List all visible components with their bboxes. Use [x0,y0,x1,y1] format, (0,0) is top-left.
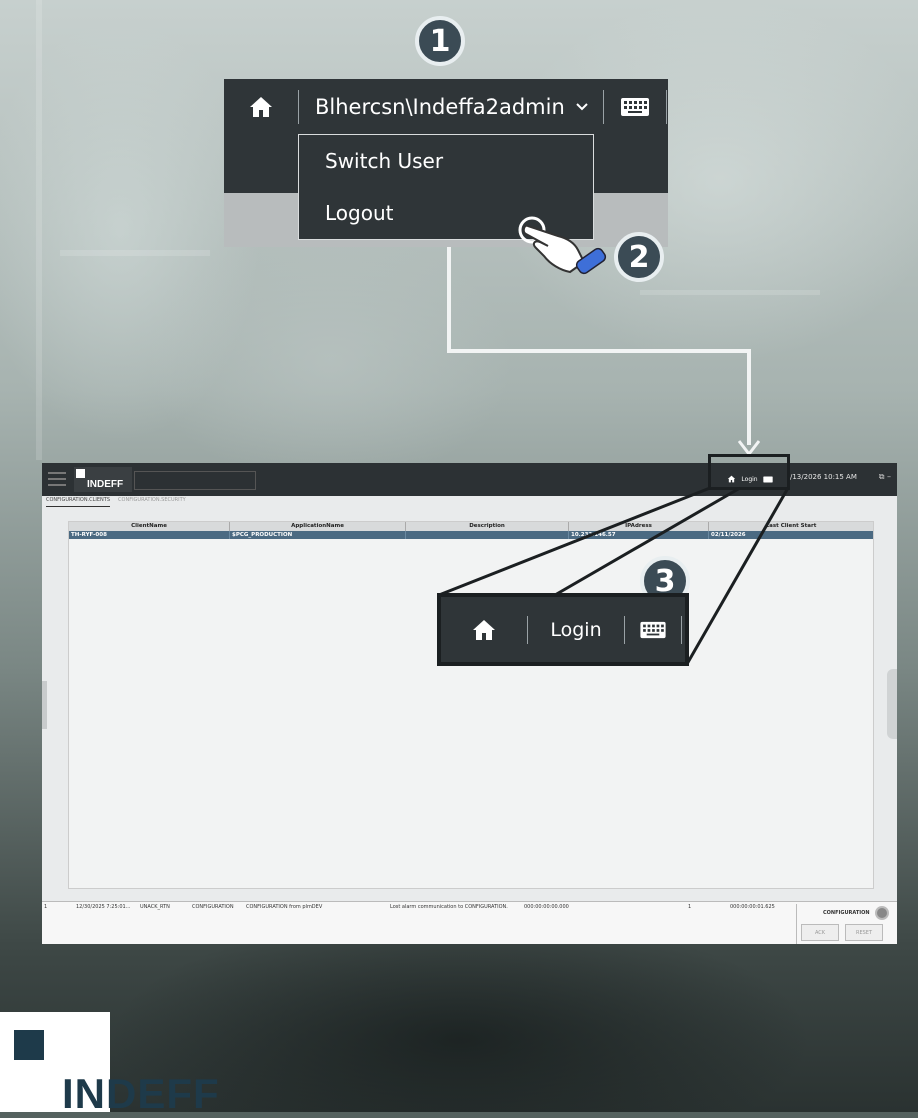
login-zoom-callout: Login [437,593,689,666]
home-icon [473,619,495,640]
zoom-connector-lines [438,486,790,665]
brand-logo-square [14,1030,44,1060]
keyboard-button[interactable] [625,621,681,639]
login-button[interactable]: Login [528,619,624,641]
brand-logo-text: INDEFF [62,1070,220,1117]
home-button[interactable] [441,618,527,642]
keyboard-icon [640,621,666,638]
